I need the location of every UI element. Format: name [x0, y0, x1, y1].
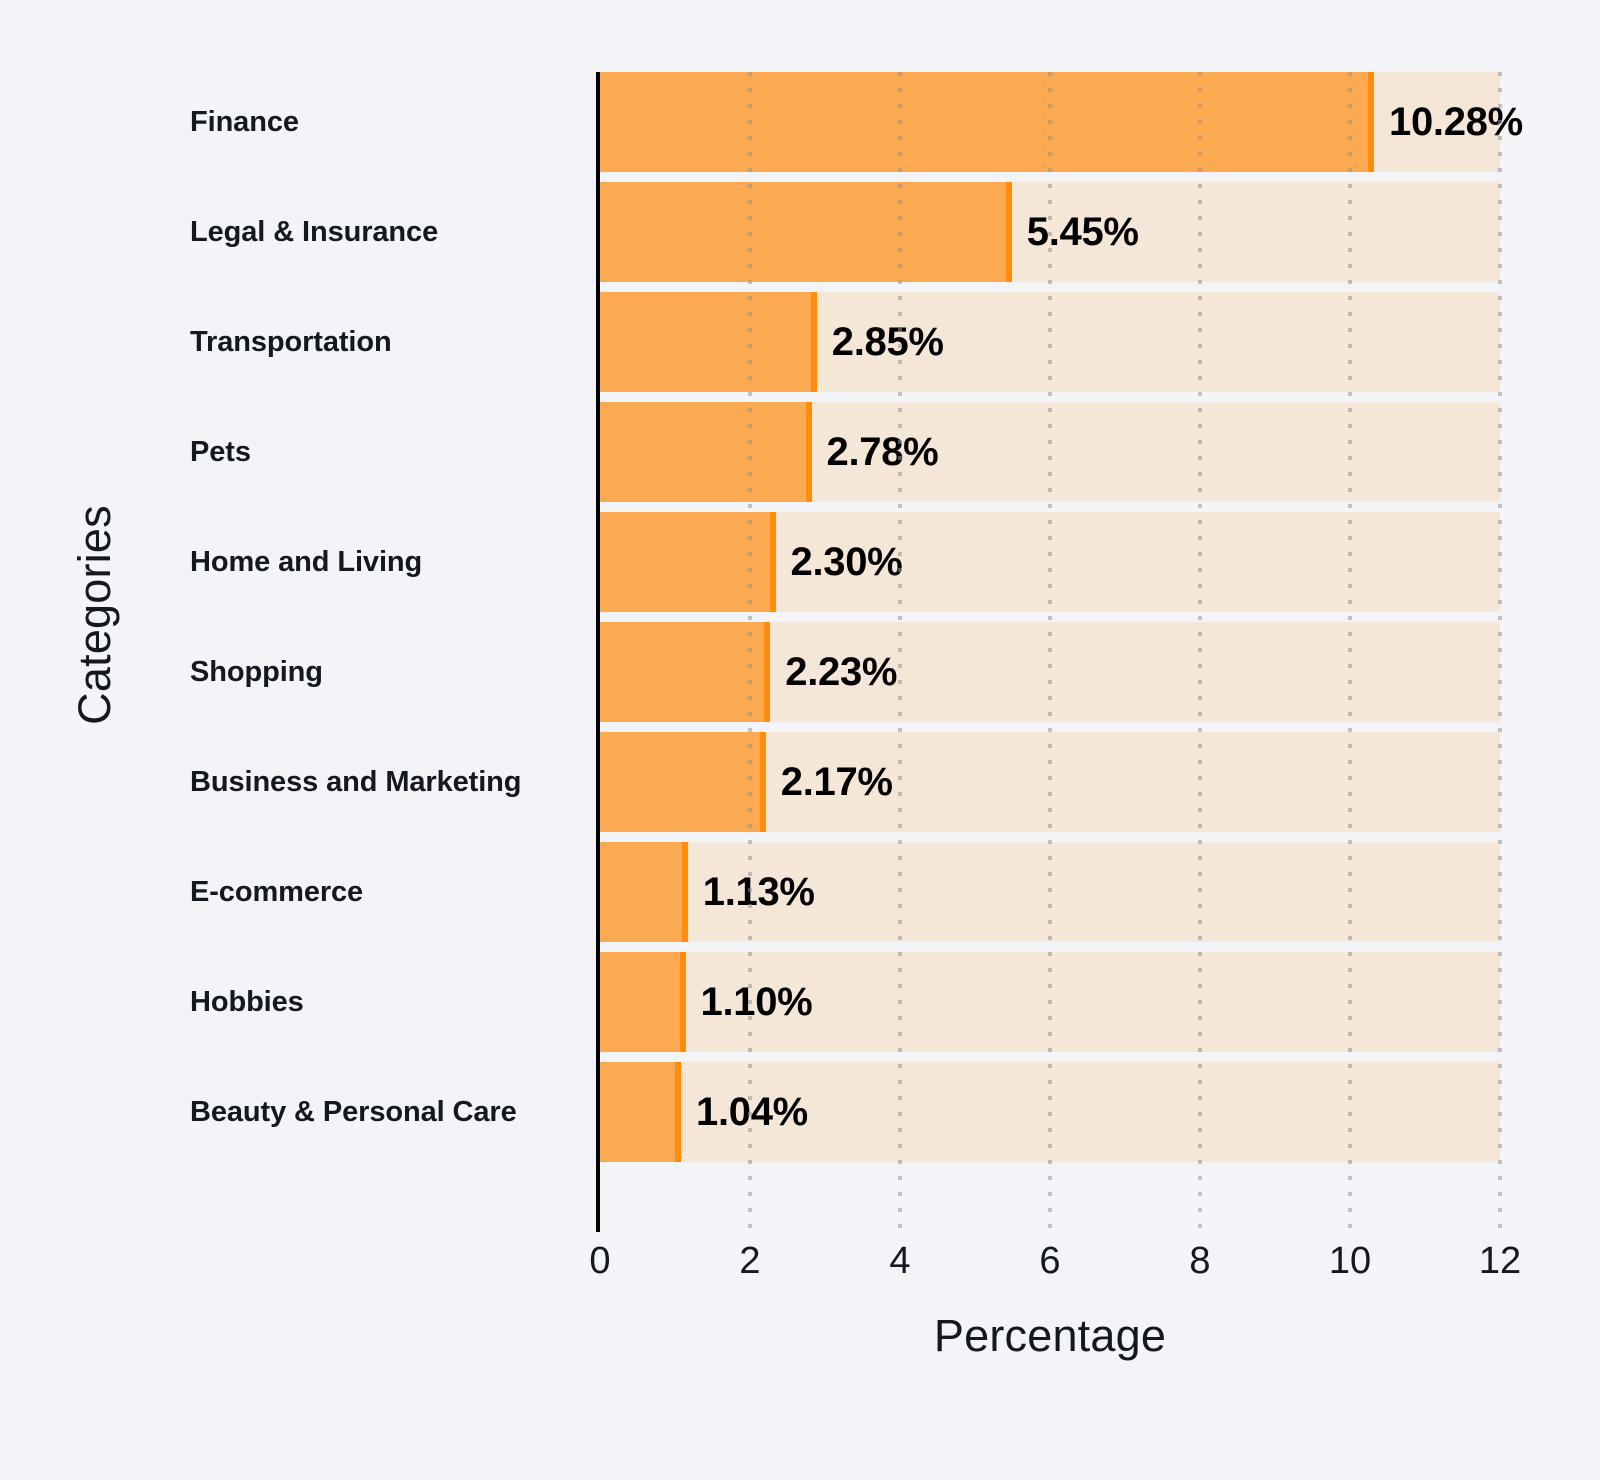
bar-value-label: 1.10% — [700, 979, 813, 1024]
bar-row[interactable] — [600, 512, 1500, 612]
bar-fill[interactable] — [600, 622, 768, 722]
bar-fill[interactable] — [600, 842, 685, 942]
bar-end-marker — [681, 842, 688, 942]
y-axis-tick-label: Legal & Insurance — [190, 215, 439, 248]
y-axis-tick-label: Finance — [190, 105, 299, 138]
bar-end-marker — [1005, 182, 1012, 282]
bar-row[interactable] — [600, 72, 1500, 172]
bar-row[interactable] — [600, 402, 1500, 502]
bar-fill[interactable] — [600, 402, 809, 502]
bar-fill[interactable] — [600, 512, 773, 612]
y-axis-tick-label: Business and Marketing — [190, 765, 522, 798]
bar-value-label: 1.04% — [696, 1089, 808, 1134]
y-axis-tick-label: Home and Living — [190, 545, 423, 578]
x-axis-tick-label: 6 — [1039, 1240, 1061, 1282]
bar-fill[interactable] — [600, 1062, 678, 1162]
x-axis-tick-labels: 0 2 4 6 8 10 12 — [589, 1240, 1521, 1290]
x-axis-tick-label: 12 — [1478, 1240, 1522, 1282]
bar-row[interactable] — [600, 732, 1500, 832]
bar-end-marker — [805, 402, 812, 502]
y-axis-tick-label: Hobbies — [190, 985, 304, 1018]
bar-value-label: 10.28% — [1389, 99, 1523, 144]
y-axis-title-text: Categories — [69, 505, 120, 725]
y-axis-tick-label: Beauty & Personal Care — [190, 1095, 517, 1128]
bar-fill[interactable] — [600, 952, 683, 1052]
bar-value-label: 2.30% — [790, 539, 903, 584]
bar-fill[interactable] — [600, 182, 1009, 282]
bar-fill[interactable] — [600, 292, 814, 392]
bar-value-label: 1.13% — [702, 869, 815, 914]
bar-chart: Categories Finance Legal & Insurance Trans… — [0, 0, 1600, 1480]
bar-fill[interactable] — [600, 732, 763, 832]
bar-fill[interactable] — [600, 72, 1371, 172]
y-axis-tick-label: E-commerce — [190, 875, 364, 908]
x-axis-tick-label: 8 — [1189, 1240, 1211, 1282]
bar-row[interactable] — [600, 622, 1500, 722]
bar-value-label: 2.78% — [826, 429, 939, 474]
y-axis-spine — [596, 72, 600, 1232]
bar-end-marker — [679, 952, 686, 1052]
bar-end-marker — [1368, 72, 1374, 172]
bar-value-label: 2.23% — [785, 649, 898, 694]
x-axis-tick-label: 0 — [589, 1240, 611, 1282]
bar-value-label: 2.85% — [831, 319, 944, 364]
bar-end-marker — [810, 292, 817, 392]
x-axis-tick-label: 4 — [889, 1240, 911, 1282]
y-axis-title: Categories — [0, 0, 190, 1230]
bar-end-marker — [769, 512, 776, 612]
bar-end-marker — [759, 732, 766, 832]
x-axis-tick-label: 2 — [739, 1240, 761, 1282]
bar-end-marker — [764, 622, 771, 722]
bar-value-label: 2.17% — [780, 759, 893, 804]
bar-value-label: 5.45% — [1026, 209, 1139, 254]
y-axis-tick-label: Transportation — [190, 325, 392, 358]
y-axis-tick-labels: Finance Legal & Insurance Transportation Pe… — [190, 72, 575, 1232]
x-axis-tick-label: 10 — [1328, 1240, 1372, 1282]
x-axis-title: Percentage — [933, 1310, 1167, 1361]
y-axis-tick-label: Pets — [190, 435, 251, 468]
bar-end-marker — [675, 1062, 681, 1162]
y-axis-tick-label: Shopping — [190, 655, 323, 688]
bar-series: 10.28% 5.45% 2.85% 2.78% 2.30% 2.23% 2.17% 1.13… — [600, 72, 1523, 1232]
plot-area: 10.28% 5.45% 2.85% 2.78% 2.30% 2.23% 2.17% 1.13… — [596, 72, 1523, 1232]
bar-row[interactable] — [600, 292, 1500, 392]
